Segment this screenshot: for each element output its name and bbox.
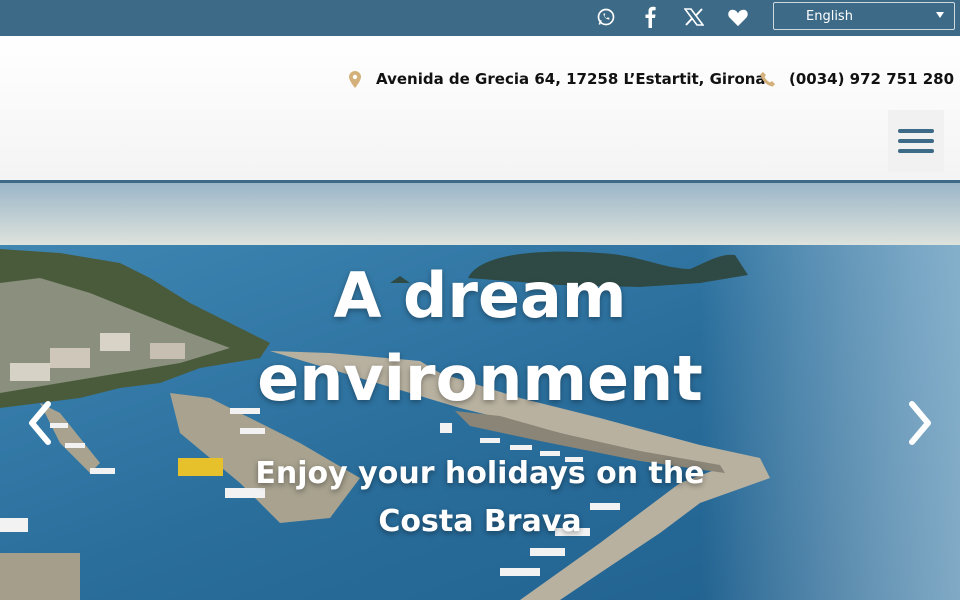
dropdown-arrow-icon <box>936 12 944 18</box>
location-pin-icon <box>347 70 363 88</box>
menu-icon-bar <box>898 139 934 143</box>
heart-icon <box>728 9 748 27</box>
chevron-right-icon <box>909 401 931 445</box>
hero-title-line-2: environment <box>257 342 703 415</box>
whatsapp-icon <box>597 8 615 26</box>
hamburger-menu-button[interactable] <box>888 110 944 172</box>
slider-prev-button[interactable] <box>22 398 58 448</box>
address-link[interactable]: Avenida de Grecia 64, 17258 L’Estartit, … <box>347 68 766 90</box>
whatsapp-link[interactable] <box>591 4 621 30</box>
address-text: Avenida de Grecia 64, 17258 L’Estartit, … <box>376 70 766 88</box>
phone-link[interactable]: (0034) 972 751 280 <box>760 68 954 90</box>
x-twitter-icon <box>684 8 704 26</box>
hero-title-line-1: A dream <box>333 259 627 332</box>
menu-icon-bar <box>898 149 934 153</box>
slider-next-button[interactable] <box>902 398 938 448</box>
chevron-left-icon <box>29 401 51 445</box>
favorites-link[interactable] <box>723 4 753 30</box>
site-header: Avenida de Grecia 64, 17258 L’Estartit, … <box>0 36 960 180</box>
hero-subtitle-line-2: Costa Brava <box>378 504 582 539</box>
top-bar: English <box>0 0 960 36</box>
x-link[interactable] <box>679 4 709 30</box>
phone-text: (0034) 972 751 280 <box>789 70 955 88</box>
hero-subtitle-line-1: Enjoy your holidays on the <box>255 456 705 491</box>
facebook-link[interactable] <box>635 4 665 30</box>
language-select[interactable]: English <box>773 2 955 30</box>
language-value: English <box>806 9 853 24</box>
phone-icon <box>760 70 776 88</box>
hero-slider: A dream environment Enjoy your holidays … <box>0 183 960 600</box>
facebook-icon <box>645 6 656 28</box>
menu-icon <box>898 129 934 133</box>
